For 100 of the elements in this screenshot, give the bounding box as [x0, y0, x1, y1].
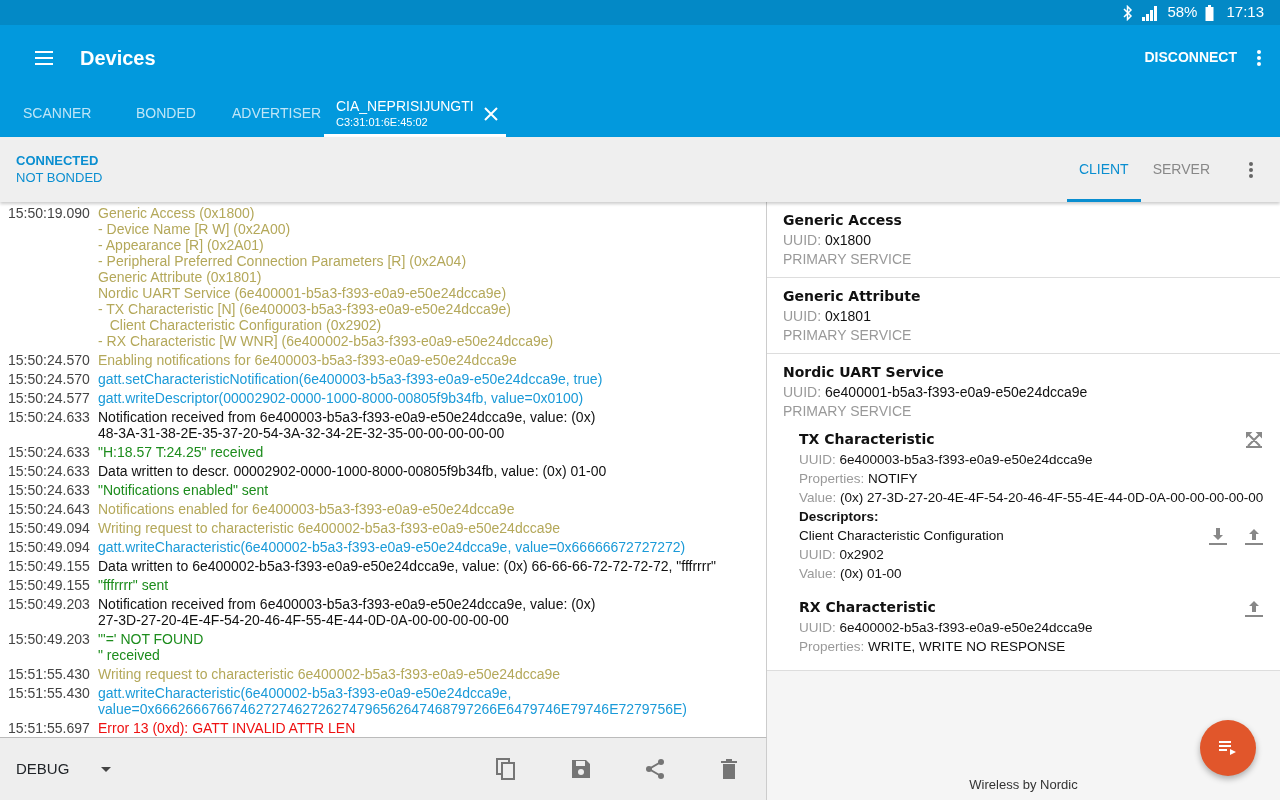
characteristic-name: RX Characteristic [799, 598, 936, 617]
service-name: Generic Attribute [783, 287, 922, 306]
log-message: - Peripheral Preferred Connection Parameters [R] (0x2A04) [98, 253, 468, 269]
tab[interactable]: SCANNER [0, 90, 114, 137]
save-icon [570, 758, 592, 780]
share-icon [644, 758, 666, 780]
log-message: Client Characteristic Configuration (0x2902) [108, 317, 383, 333]
log-message: - Appearance [R] (0x2A01) [98, 237, 265, 253]
service-type: PRIMARY SERVICE [783, 402, 913, 421]
field-line: Properties: NOTIFY [799, 470, 919, 488]
download-icon[interactable] [1208, 526, 1228, 545]
service-card[interactable]: Generic Attribute UUID: 0x1801 PRIMARY SERVICE [767, 278, 1280, 354]
log-time: 15:50:49.155 [8, 558, 91, 574]
log-message: gatt.setCharacteristicNotification(6e400003-b5a3-f393-e0a9-e50e24dcca9e, true) [98, 371, 603, 387]
service-type: PRIMARY SERVICE [783, 326, 913, 345]
descriptors-heading: Descriptors: [799, 508, 880, 526]
log-time: 15:51:55.430 [8, 666, 91, 682]
more-icon [1257, 49, 1261, 66]
log-message: - Device Name [R W] (0x2A00) [98, 221, 292, 237]
log-time: 15:50:24.633 [8, 482, 91, 498]
log-message: - TX Characteristic [N] (6e400003-b5a3-f393-e0a9-e50e24dcca9e) [98, 301, 512, 317]
log-message: value=0x66626667667462727462726274796562647468797266E6479746E79746E7279756E) [98, 701, 687, 717]
battery-icon [1205, 4, 1215, 21]
service-type: PRIMARY SERVICE [783, 250, 913, 269]
disconnect-button[interactable]: DISCONNECT [1143, 46, 1238, 69]
log-message: - RX Characteristic [W WNR] (6e400002-b5a3-f393-e0a9-e50e24dcca9e) [98, 333, 554, 349]
log-time: 15:50:49.094 [8, 520, 91, 536]
tab[interactable]: ADVERTISER [210, 90, 324, 137]
service-name: Generic Access [783, 211, 903, 230]
log-message: gatt.writeCharacteristic(6e400002-b5a3-f393-e0a9-e50e24dcca9e, value=0x66666672727272) [98, 539, 686, 555]
log-message: Writing request to characteristic 6e400002-b5a3-f393-e0a9-e50e24dcca9e [98, 520, 561, 536]
log-message: Notifications enabled for 6e400003-b5a3-f393-e0a9-e50e24dcca9e [98, 501, 515, 517]
field-line: UUID: 6e400002-b5a3-f393-e0a9-e50e24dcca9e [799, 619, 1094, 637]
log-time: 15:50:24.577 [8, 390, 91, 406]
log-message: Data written to 6e400002-b5a3-f393-e0a9-e50e24dcca9e, value: (0x) 66-66-66-72-72-72-72, "fffrrrr" [98, 558, 717, 574]
field-line: UUID: 6e400003-b5a3-f393-e0a9-e50e24dcca9e [799, 451, 1094, 469]
log-message: "fffrrrr" sent [98, 577, 169, 593]
bluetooth-icon [1123, 4, 1134, 21]
list-icon [1219, 741, 1237, 755]
bonding-state: NOT BONDED [16, 169, 103, 186]
clock: 17:13 [1226, 2, 1264, 23]
log-message: Generic Attribute (0x1801) [98, 269, 263, 285]
service-uuid: UUID: 0x1801 [783, 307, 872, 326]
caret-icon [101, 766, 112, 772]
tab[interactable]: SERVER [1140, 137, 1222, 202]
connection-state: CONNECTED [16, 153, 100, 170]
log-message: Notification received from 6e400003-b5a3-f393-e0a9-e50e24dcca9e, value: (0x) [98, 409, 596, 425]
log-time: 15:50:49.203 [8, 631, 91, 649]
menu-icon [35, 50, 53, 65]
log-time: 15:50:24.570 [8, 371, 91, 387]
trash-icon [718, 758, 740, 780]
log-message: gatt.writeDescriptor(00002902-0000-1000-8000-00805f9b34fb, value=0x0100) [98, 390, 584, 406]
signal-icon [1141, 4, 1160, 21]
log-message: 48-3A-31-38-2E-35-37-20-54-3A-32-34-2E-32-35-00-00-00-00-00 [98, 425, 506, 441]
log-message: Data written to descr. 00002902-0000-1000-8000-00805f9b34fb, value: (0x) 01-00 [98, 463, 607, 479]
log-button[interactable] [1200, 720, 1256, 776]
log-time: 15:50:24.633 [8, 444, 91, 460]
tab[interactable]: CIA_NEPRISIJUNGTI C3:31:01:6E:45:02 [324, 90, 506, 137]
log-time: 15:50:24.570 [8, 352, 91, 368]
log-message: "Notifications enabled" sent [98, 482, 269, 498]
service-uuid: UUID: 6e400001-b5a3-f393-e0a9-e50e24dcca9e [783, 383, 1089, 402]
service-card[interactable]: Generic Access UUID: 0x1800 PRIMARY SERVICE [767, 202, 1280, 278]
field-line: UUID: 0x2902 [799, 546, 885, 564]
log-time: 15:50:49.155 [8, 577, 91, 593]
log-level-dropdown[interactable]: DEBUG [16, 757, 112, 781]
field-line: Value: (0x) 27-3D-27-20-4E-4F-54-20-46-4F-55-4E-44-0D-0A-00-00-00-00-00 [799, 489, 1264, 507]
log-message: Writing request to characteristic 6e400002-b5a3-f393-e0a9-e50e24dcca9e [98, 666, 561, 682]
log-time: 15:51:55.430 [8, 685, 91, 703]
log-message: Notification received from 6e400003-b5a3-f393-e0a9-e50e24dcca9e, value: (0x) [98, 596, 596, 612]
log-message: Error 13 (0xd): GATT INVALID ATTR LEN [98, 720, 356, 736]
log-time: 15:50:49.203 [8, 596, 91, 614]
log-time: 15:50:24.643 [8, 501, 91, 517]
upload-icon[interactable] [1244, 526, 1264, 545]
log-message: Nordic UART Service (6e400001-b5a3-f393-e0a9-e50e24dcca9e) [98, 285, 508, 301]
tab[interactable]: BONDED [114, 90, 210, 137]
upload-icon[interactable] [1244, 598, 1264, 617]
footer-text: Wireless by Nordic [968, 775, 1079, 794]
log-message: Enabling notifications for 6e400003-b5a3-f393-e0a9-e50e24dcca9e [98, 352, 517, 368]
service-name: Nordic UART Service [783, 363, 945, 382]
app-title: Devices [80, 45, 156, 71]
more-icon [1249, 161, 1253, 178]
log-message: " received [98, 647, 161, 663]
service-uuid: UUID: 0x1800 [783, 231, 872, 250]
descriptor-name: Client Characteristic Configuration [799, 527, 1004, 545]
service-card[interactable] [767, 354, 1280, 671]
close-icon[interactable] [483, 106, 498, 121]
tab[interactable]: CLIENT [1066, 137, 1141, 202]
log-message: "H:18.57 T:24.25" received [98, 444, 264, 460]
characteristic-name: TX Characteristic [799, 430, 935, 449]
log-time: 15:50:24.633 [8, 463, 91, 479]
log-time: 15:50:19.090 [8, 205, 91, 223]
copy-icon [496, 758, 518, 780]
field-line: Properties: WRITE, WRITE NO RESPONSE [799, 638, 1067, 656]
log-time: 15:50:49.094 [8, 539, 91, 555]
log-time: 15:50:24.633 [8, 409, 91, 427]
battery-percent: 58% [1167, 2, 1198, 23]
field-line: Value: (0x) 01-00 [799, 565, 903, 583]
log-message: Generic Access (0x1800) [98, 205, 256, 221]
notifications-off-icon[interactable] [1244, 430, 1264, 449]
log-time: 15:51:55.697 [8, 720, 91, 736]
